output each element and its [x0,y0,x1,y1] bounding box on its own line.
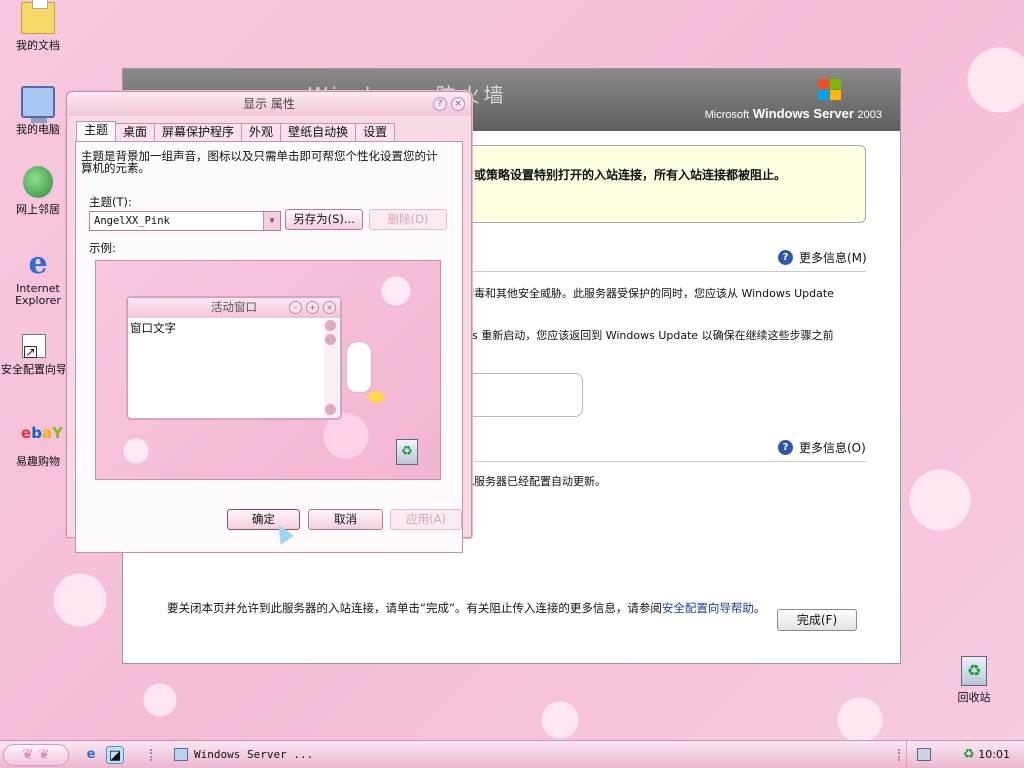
desktop-icon-my-computer[interactable]: 我的电脑 [0,86,76,137]
clock: 10:01 [978,748,1010,761]
start-button[interactable]: ❦ ❦ [3,744,69,766]
desktop-icon-ie[interactable]: e Internet Explorer [0,248,76,307]
tab-desktop[interactable]: 桌面 [115,123,156,141]
ie-quicklaunch-icon[interactable]: e [82,746,100,764]
tab-wallpaper-auto[interactable]: 壁纸自动换 [280,123,357,141]
network-tray-icon[interactable] [917,748,931,761]
task-label: Windows Server ... [194,748,314,761]
sample-label: 示例: [89,241,116,255]
taskbar: ❦ ❦ e ◪ Windows Server ... ♻ 10:01 [0,740,1024,768]
separator [150,749,152,761]
brand-product: Windows Server [752,106,854,121]
recycle-bin-icon: ♻ [961,656,987,686]
theme-value: AngelXX_Pink [94,215,170,227]
finish-text: 要关闭本页并允许到此服务器的入站连接，请单击“完成”。有关阻止传入连接的更多信息… [167,601,662,615]
desktop-icon-network[interactable]: 网上邻居 [0,166,76,217]
more-info-label: 更多信息(M) [799,251,867,265]
help-title-button[interactable]: ? [433,97,447,111]
tab-screensaver[interactable]: 屏幕保护程序 [154,123,243,141]
preview-window-text: 窗口文字 [130,321,176,335]
more-info-label: 更多信息(O) [799,441,866,455]
desktop-icon-my-documents[interactable]: 我的文档 [0,0,76,53]
window-icon [174,748,188,761]
tab-strip: 主题 桌面 屏幕保护程序 外观 壁纸自动换 设置 [76,121,396,142]
theme-preview: 活动窗口 – + × 窗口文字 ♻ [95,260,441,480]
finish-instructions: 要关闭本页并允许到此服务器的入站连接，请单击“完成”。有关阻止传入连接的更多信息… [167,601,767,616]
desktop-icon-recycle-bin[interactable]: ♻ 回收站 [936,656,1012,705]
desktop-icon-label: Internet Explorer [15,282,61,307]
taskbar-item-windows-server[interactable]: Windows Server ... [170,744,320,766]
desktop-icon-label: 网上邻居 [16,203,60,216]
dialog-title: 显示 属性 [243,97,295,111]
cancel-button[interactable]: 取消 [308,509,383,530]
display-properties-dialog: 显示 属性 ? × 主题 桌面 屏幕保护程序 外观 壁纸自动换 设置 主题是背景… [66,91,472,553]
desktop-icon-label: 我的文档 [16,39,60,52]
warning-box: 或策略设置特别打开的入站连接，所有入站连接都被阻止。 [463,145,866,223]
preview-active-window: 活动窗口 – + × 窗口文字 [126,296,342,420]
apply-button[interactable]: 应用(A) [390,509,462,530]
body-text-3: 此服务器已经配置自动更新。 [463,475,606,488]
my-computer-icon [21,86,55,123]
desktop-icon-ebay[interactable]: ebaY 易趣购物 [0,418,76,469]
divider [463,461,866,462]
finish-button[interactable]: 完成(F) [777,609,857,631]
update-tray-icon[interactable]: ♻ [963,748,977,761]
internet-explorer-icon: e [28,246,48,281]
chevron-down-icon[interactable]: ▼ [263,212,280,230]
maximize-icon: + [306,301,319,314]
separator [898,749,900,761]
ok-button[interactable]: 确定 [227,509,300,530]
dialog-titlebar[interactable]: 显示 属性 [67,92,471,116]
desktop-icon-label: 我的电脑 [16,123,60,136]
help-icon: ? [778,250,793,265]
my-documents-icon [21,0,55,34]
preview-scrollbar [324,320,338,418]
info-panel [463,373,583,417]
desktop-quicklaunch-icon[interactable]: ◪ [106,746,124,764]
chick-illustration [368,391,384,403]
tab-settings[interactable]: 设置 [355,123,396,141]
windows-server-logo: Microsoft Windows Server 2003 [705,79,882,121]
close-button[interactable]: × [451,97,465,111]
theme-description: 主题是背景加一组声音，图标以及只需单击即可帮您个性化设置您的计算机的元素。 [81,149,438,175]
more-info-link-1[interactable]: ? 更多信息(M) [778,249,867,266]
more-info-link-2[interactable]: ? 更多信息(O) [778,439,866,456]
security-wizard-shortcut-icon [22,334,46,358]
tab-themes[interactable]: 主题 [76,121,117,141]
desktop-icon-label: 安全配置向导 [1,363,67,376]
close-icon: × [323,301,336,314]
desktop-icon-security-wizard[interactable]: 安全配置向导 [0,334,72,377]
desktop-icon-label: 回收站 [957,691,991,704]
body-text-2: ws 重新启动，您应该返回到 Windows Update 以确保在继续这些步骤… [463,329,834,342]
recycle-bin-icon: ♻ [396,439,418,465]
theme-dropdown[interactable]: AngelXX_Pink ▼ [89,211,281,231]
finish-text-end: 。 [753,601,766,615]
theme-label: 主题(T): [89,195,132,209]
save-as-button[interactable]: 另存为(S)... [285,209,363,230]
brand-version: 2003 [857,109,882,121]
minimize-icon: – [289,301,302,314]
network-places-icon [23,166,53,198]
help-icon: ? [778,440,793,455]
wizard-help-link[interactable]: 安全配置向导帮助 [662,601,754,615]
brand-microsoft: Microsoft [704,109,750,121]
tab-appearance[interactable]: 外观 [241,123,282,141]
delete-button[interactable]: 删除(D) [369,209,447,230]
ebay-shortcut-icon: ebaY [21,424,63,442]
windows-flag-icon [818,79,842,101]
body-text-1: 病毒和其他安全威胁。此服务器受保护的同时，您应该从 Windows Update [463,287,834,300]
system-tray: ♻ 10:01 [906,741,1024,768]
desktop-icon-label: 易趣购物 [16,455,60,468]
preview-window-buttons: – + × [289,301,336,314]
bunny-illustration [346,341,372,393]
divider [463,271,866,272]
